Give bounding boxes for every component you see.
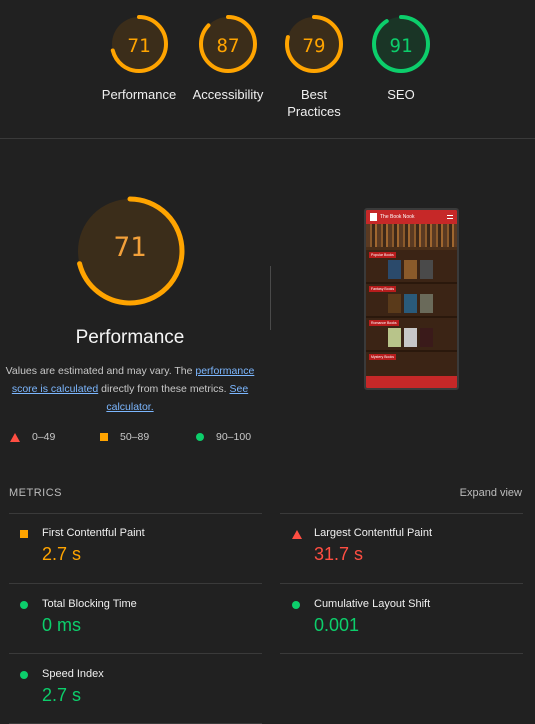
menu-icon <box>447 215 453 219</box>
metric-value: 0 ms <box>42 615 82 635</box>
metric-name: Cumulative Layout Shift <box>314 598 431 610</box>
preview-section-romance: Romance Books <box>366 318 457 352</box>
best-practices-label-line2: Practices <box>287 104 341 119</box>
preview-section-label: Popular Books <box>369 252 396 258</box>
legend-pass-range: 90–100 <box>216 431 252 443</box>
triangle-icon <box>292 530 302 539</box>
best-practices-score: 79 <box>302 35 326 57</box>
metric-value: 2.7 s <box>42 685 82 705</box>
metric-value: 31.7 s <box>314 544 364 564</box>
metrics-header: METRICS <box>9 487 62 499</box>
gauge-performance[interactable]: 71 Performance <box>94 14 184 103</box>
accessibility-label: Accessibility <box>192 87 264 102</box>
preview-section-label: Fantasy Books <box>369 286 397 292</box>
expand-view-button[interactable]: Expand view <box>460 487 522 499</box>
accessibility-score: 87 <box>216 35 240 57</box>
desc-text-2: directly from these metrics. <box>98 383 230 395</box>
performance-label: Performance <box>101 87 177 102</box>
divider <box>280 583 523 584</box>
site-logo-icon <box>370 213 377 221</box>
book-cover <box>420 294 433 313</box>
legend-fail: 0–49 <box>10 431 55 443</box>
gauge-best-practices[interactable]: 79 Best Practices <box>269 14 359 120</box>
seo-score: 91 <box>389 35 413 57</box>
preview-footer <box>366 376 457 388</box>
divider <box>9 513 262 514</box>
divider <box>9 653 262 654</box>
book-cover <box>404 260 417 279</box>
divider <box>280 513 523 514</box>
legend-average-range: 50–89 <box>120 431 150 443</box>
preview-section-fantasy: Fantasy Books <box>366 284 457 318</box>
page-screenshot-preview[interactable]: The Book Nook Popular Books Fantasy Book… <box>364 208 459 390</box>
divider <box>9 583 262 584</box>
performance-title: Performance <box>75 327 185 348</box>
book-cover <box>404 294 417 313</box>
square-icon <box>20 530 28 538</box>
legend-fail-range: 0–49 <box>32 431 56 443</box>
preview-site-title: The Book Nook <box>380 214 415 220</box>
preview-header: The Book Nook <box>366 210 457 224</box>
best-practices-label-line1: Best <box>300 87 327 102</box>
vertical-divider <box>270 266 271 330</box>
preview-section-popular: Popular Books <box>366 250 457 284</box>
performance-score: 71 <box>127 35 151 57</box>
square-icon <box>100 433 108 441</box>
preview-bookshelf-banner <box>366 224 457 250</box>
metric-name: First Contentful Paint <box>42 527 145 539</box>
metric-name: Total Blocking Time <box>42 598 137 610</box>
metric-value: 2.7 s <box>42 544 82 564</box>
summary-gauges: 71 Performance 87 Accessibility 79 Best … <box>0 0 535 139</box>
gauge-seo[interactable]: 91 SEO <box>356 14 446 103</box>
book-cover <box>404 328 417 347</box>
circle-icon <box>196 433 204 441</box>
book-cover <box>420 260 433 279</box>
circle-icon <box>20 601 28 609</box>
legend-pass: 90–100 <box>196 431 251 443</box>
triangle-icon <box>10 432 20 442</box>
desc-text-1: Values are estimated and may vary. The <box>5 365 196 377</box>
gauge-accessibility[interactable]: 87 Accessibility <box>183 14 273 103</box>
divider <box>280 653 523 654</box>
book-cover <box>388 328 401 347</box>
best-practices-label: Best Practices <box>269 86 359 120</box>
performance-description: Values are estimated and may vary. The p… <box>5 362 255 416</box>
circle-icon <box>292 601 300 609</box>
performance-large-score: 71 <box>113 232 147 263</box>
book-cover <box>388 260 401 279</box>
preview-section-label: Mystery Books <box>369 354 396 360</box>
preview-section-label: Romance Books <box>369 320 399 326</box>
book-cover <box>420 328 433 347</box>
metric-name: Speed Index <box>42 668 104 680</box>
circle-icon <box>20 671 28 679</box>
metric-name: Largest Contentful Paint <box>314 527 433 539</box>
legend-average: 50–89 <box>100 431 149 443</box>
seo-label: SEO <box>387 87 415 102</box>
book-cover <box>388 294 401 313</box>
metric-value: 0.001 <box>314 615 360 635</box>
